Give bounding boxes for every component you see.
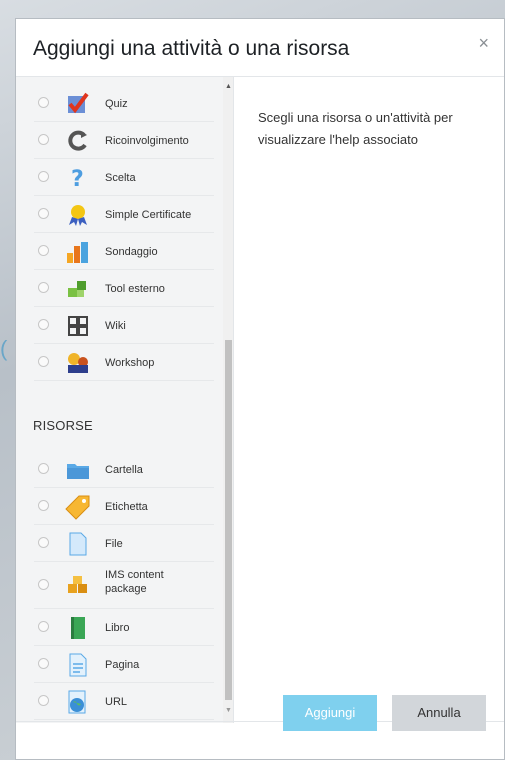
option-libro[interactable]: Libro bbox=[34, 609, 214, 646]
radio-button[interactable] bbox=[38, 245, 49, 256]
radio-button[interactable] bbox=[38, 282, 49, 293]
scrollbar[interactable]: ▲ ▼ bbox=[223, 77, 233, 723]
dialog-header: Aggiungi una attività o una risorsa × bbox=[16, 19, 504, 77]
radio-button[interactable] bbox=[38, 463, 49, 474]
option-file[interactable]: File bbox=[34, 525, 214, 562]
package-icon bbox=[68, 576, 87, 593]
folder-icon bbox=[67, 464, 89, 479]
radio-button[interactable] bbox=[38, 695, 49, 706]
option-label: Workshop bbox=[105, 357, 155, 369]
option-simple-certificate[interactable]: Simple Certificate bbox=[34, 196, 214, 233]
option-workshop[interactable]: Workshop bbox=[34, 344, 214, 381]
workshop-icon bbox=[68, 353, 88, 373]
background-bracket: ( bbox=[0, 336, 8, 361]
option-url[interactable]: URL bbox=[34, 683, 214, 720]
quiz-check-icon bbox=[68, 92, 89, 114]
radio-button[interactable] bbox=[38, 500, 49, 511]
option-label: IMS content package bbox=[105, 569, 164, 595]
radio-button[interactable] bbox=[38, 658, 49, 669]
tag-icon bbox=[65, 495, 90, 520]
question-mark-icon: ? bbox=[71, 167, 84, 191]
radio-button[interactable] bbox=[38, 319, 49, 330]
scroll-up-arrow-icon[interactable]: ▲ bbox=[225, 83, 232, 90]
puzzle-icon bbox=[68, 281, 86, 297]
bar-chart-icon bbox=[67, 242, 88, 263]
option-label: Quiz bbox=[105, 98, 128, 110]
radio-button[interactable] bbox=[38, 537, 49, 548]
radio-button[interactable] bbox=[38, 171, 49, 182]
reengagement-icon bbox=[68, 130, 87, 151]
add-activity-dialog: Aggiungi una attività o una risorsa × Qu… bbox=[15, 18, 505, 760]
option-cartella[interactable]: Cartella bbox=[34, 451, 214, 488]
option-label: Wiki bbox=[105, 320, 126, 332]
option-label: Tool esterno bbox=[105, 283, 165, 295]
option-tool-esterno[interactable]: Tool esterno bbox=[34, 270, 214, 307]
radio-button[interactable] bbox=[38, 621, 49, 632]
add-button[interactable]: Aggiungi bbox=[283, 695, 377, 731]
option-ims-content-package[interactable]: IMS content package bbox=[34, 562, 214, 609]
option-label: Pagina bbox=[105, 659, 140, 671]
option-label: Cartella bbox=[105, 464, 143, 476]
option-ricoinvolgimento[interactable]: Ricoinvolgimento bbox=[34, 122, 214, 159]
dialog-title: Aggiungi una attività o una risorsa bbox=[33, 37, 350, 60]
help-text: Scegli una risorsa o un'attività per vis… bbox=[258, 110, 453, 147]
radio-button[interactable] bbox=[38, 134, 49, 145]
option-sondaggio[interactable]: Sondaggio bbox=[34, 233, 214, 270]
option-label: Sondaggio bbox=[105, 246, 158, 258]
book-icon bbox=[71, 617, 85, 639]
option-label: Simple Certificate bbox=[105, 209, 192, 221]
radio-button[interactable] bbox=[38, 356, 49, 367]
option-label: File bbox=[105, 538, 123, 550]
option-label: URL bbox=[105, 696, 128, 708]
option-etichetta[interactable]: Etichetta bbox=[34, 488, 214, 525]
section-heading-risorse: RISORSE bbox=[33, 418, 93, 433]
radio-button[interactable] bbox=[38, 97, 49, 108]
radio-button[interactable] bbox=[38, 579, 49, 590]
svg-text:?: ? bbox=[71, 167, 84, 191]
radio-button[interactable] bbox=[38, 208, 49, 219]
option-wiki[interactable]: Wiki bbox=[34, 307, 214, 344]
scrollbar-thumb[interactable] bbox=[225, 340, 232, 700]
scroll-down-arrow-icon[interactable]: ▼ bbox=[225, 707, 232, 714]
option-pagina[interactable]: Pagina bbox=[34, 646, 214, 683]
file-icon bbox=[69, 532, 87, 556]
option-label: Etichetta bbox=[105, 501, 148, 513]
certificate-icon bbox=[69, 205, 87, 226]
close-icon[interactable]: × bbox=[478, 33, 489, 54]
globe-icon bbox=[68, 690, 86, 714]
wiki-icon bbox=[68, 316, 88, 336]
option-label: Scelta bbox=[105, 172, 136, 184]
help-panel: Scegli una risorsa o un'attività per vis… bbox=[258, 107, 488, 151]
cancel-button[interactable]: Annulla bbox=[392, 695, 486, 731]
page-icon bbox=[69, 653, 87, 677]
option-label: Ricoinvolgimento bbox=[105, 135, 189, 147]
option-scelta[interactable]: ? Scelta bbox=[34, 159, 214, 196]
option-quiz[interactable]: Quiz bbox=[34, 85, 214, 122]
module-chooser-list[interactable]: Quiz Ricoinvolgimento ? Scelta Simple Ce… bbox=[16, 77, 234, 723]
option-label: Libro bbox=[105, 622, 130, 634]
